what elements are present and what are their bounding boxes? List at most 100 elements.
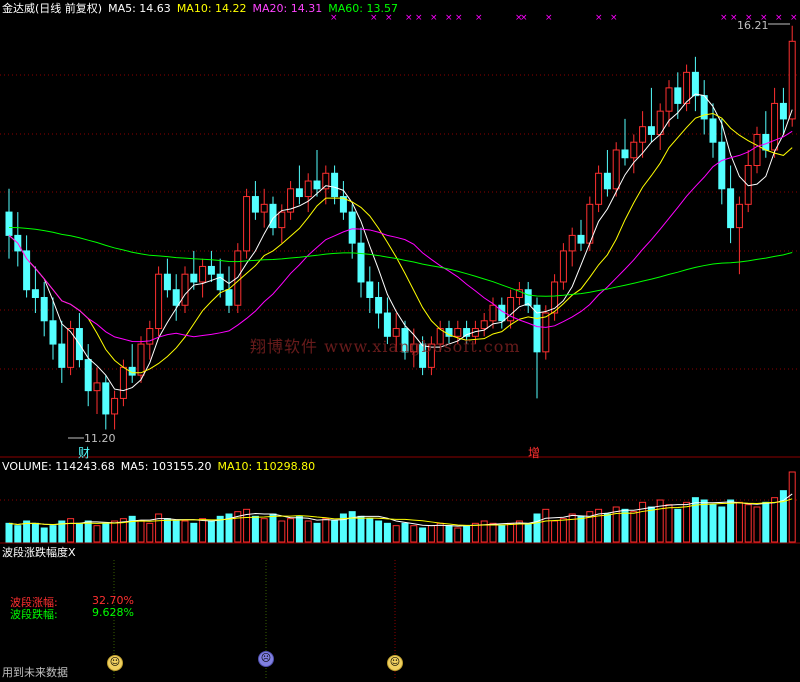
finance-marker[interactable]: 财 bbox=[78, 444, 90, 461]
candle-body bbox=[111, 397, 119, 415]
volume-bar bbox=[146, 522, 154, 543]
volume-bar bbox=[788, 471, 796, 543]
volume-bar bbox=[40, 527, 48, 543]
volume-bar bbox=[260, 518, 268, 543]
candle-body bbox=[489, 304, 497, 322]
candle-body bbox=[295, 188, 303, 198]
candle-body bbox=[172, 289, 180, 306]
candle-body bbox=[577, 234, 585, 244]
candle-body bbox=[621, 149, 629, 159]
price-header: 金达威(日线 前复权) MA5: 14.63 MA10: 14.22 MA20: 14… bbox=[2, 2, 404, 15]
volume-bar bbox=[269, 513, 277, 543]
candle-body bbox=[779, 102, 787, 120]
candle-body bbox=[348, 211, 356, 244]
cross-signal-icon: × bbox=[720, 13, 728, 23]
candle-body bbox=[709, 118, 717, 143]
volume-bar bbox=[762, 501, 770, 543]
candle-body bbox=[84, 359, 92, 392]
candle-body bbox=[234, 250, 242, 306]
ma60-line bbox=[8, 226, 793, 297]
volume-bar bbox=[23, 520, 31, 543]
candle-body bbox=[735, 203, 743, 229]
cross-signal-icon: × bbox=[610, 13, 618, 23]
candle-body bbox=[524, 289, 532, 306]
candle-body bbox=[674, 87, 682, 104]
volume-title: VOLUME: 114243.68 bbox=[2, 460, 115, 473]
candle-body bbox=[612, 149, 620, 190]
volume-bar bbox=[463, 525, 471, 543]
volume-bar bbox=[735, 501, 743, 543]
volume-bar bbox=[647, 506, 655, 543]
volume-bar bbox=[568, 513, 576, 543]
cross-signal-icon: × bbox=[775, 13, 783, 23]
candle-body bbox=[639, 126, 647, 143]
happy-face-icon[interactable]: ☺ bbox=[107, 655, 123, 671]
volume-bar bbox=[75, 522, 83, 543]
volume-bar bbox=[251, 515, 259, 543]
cross-signal-icon: × bbox=[520, 13, 528, 23]
volume-bar bbox=[375, 520, 383, 543]
volume-bar bbox=[727, 499, 735, 543]
cross-signal-icon: × bbox=[475, 13, 483, 23]
volume-bar bbox=[313, 522, 321, 543]
volume-bar bbox=[102, 522, 110, 543]
candle-body bbox=[216, 273, 224, 291]
ma5-label: MA5: 14.63 bbox=[108, 2, 171, 15]
candle-body bbox=[119, 366, 127, 399]
volume-bar bbox=[31, 522, 39, 543]
indicator-title: 波段涨跌幅度X bbox=[2, 546, 76, 559]
candle-body bbox=[498, 304, 506, 322]
candle-body bbox=[251, 196, 259, 213]
volume-bar bbox=[700, 499, 708, 543]
candle-body bbox=[23, 250, 31, 291]
volume-ma10-label: MA10: 110298.80 bbox=[217, 460, 316, 473]
volume-bar bbox=[753, 506, 761, 543]
candle-body bbox=[278, 211, 286, 229]
volume-bar bbox=[366, 518, 374, 543]
volume-bar bbox=[172, 520, 180, 543]
volume-bar bbox=[498, 525, 506, 543]
candle-body bbox=[727, 188, 735, 229]
volume-bar bbox=[84, 520, 92, 543]
volume-bar bbox=[436, 522, 444, 543]
increase-marker[interactable]: 增 bbox=[528, 444, 540, 461]
cross-signal-icon: × bbox=[455, 13, 463, 23]
volume-bar bbox=[454, 527, 462, 543]
volume-bar bbox=[67, 518, 75, 543]
volume-bar bbox=[489, 522, 497, 543]
volume-bar bbox=[718, 506, 726, 543]
sad-face-icon[interactable]: ☹ bbox=[258, 651, 274, 667]
happy-face-icon[interactable]: ☺ bbox=[387, 655, 403, 671]
candle-body bbox=[559, 250, 567, 283]
ma60-label: MA60: 13.57 bbox=[328, 2, 398, 15]
candle-body bbox=[225, 289, 233, 306]
candle-body bbox=[683, 71, 691, 104]
candle-body bbox=[243, 196, 251, 252]
cross-signal-icon: × bbox=[790, 13, 798, 23]
volume-bar bbox=[199, 518, 207, 543]
candle-body bbox=[207, 265, 215, 275]
candle-body bbox=[49, 320, 57, 345]
candle-body bbox=[647, 126, 655, 135]
volume-bar bbox=[190, 522, 198, 543]
cross-signal-icon: × bbox=[430, 13, 438, 23]
watermark: 翔博软件 www.xiangbosoft.com bbox=[250, 337, 521, 356]
candle-body bbox=[304, 180, 312, 198]
volume-bar bbox=[603, 513, 611, 543]
cross-signal-icon: × bbox=[415, 13, 423, 23]
high-price-label: 16.21 bbox=[737, 19, 769, 32]
volume-bar bbox=[93, 525, 101, 543]
volume-bar bbox=[5, 522, 13, 543]
candle-body bbox=[137, 343, 145, 376]
volume-bar bbox=[542, 508, 550, 543]
candle-body bbox=[480, 320, 488, 330]
candle-body bbox=[181, 273, 189, 306]
cross-signal-icon: × bbox=[405, 13, 413, 23]
volume-bar bbox=[137, 520, 145, 543]
volume-bar bbox=[287, 518, 295, 543]
volume-bar bbox=[207, 520, 215, 543]
volume-bar bbox=[471, 522, 479, 543]
volume-bar bbox=[771, 497, 779, 543]
future-data-note: 用到未来数据 bbox=[2, 666, 68, 679]
cross-signal-icon: × bbox=[545, 13, 553, 23]
